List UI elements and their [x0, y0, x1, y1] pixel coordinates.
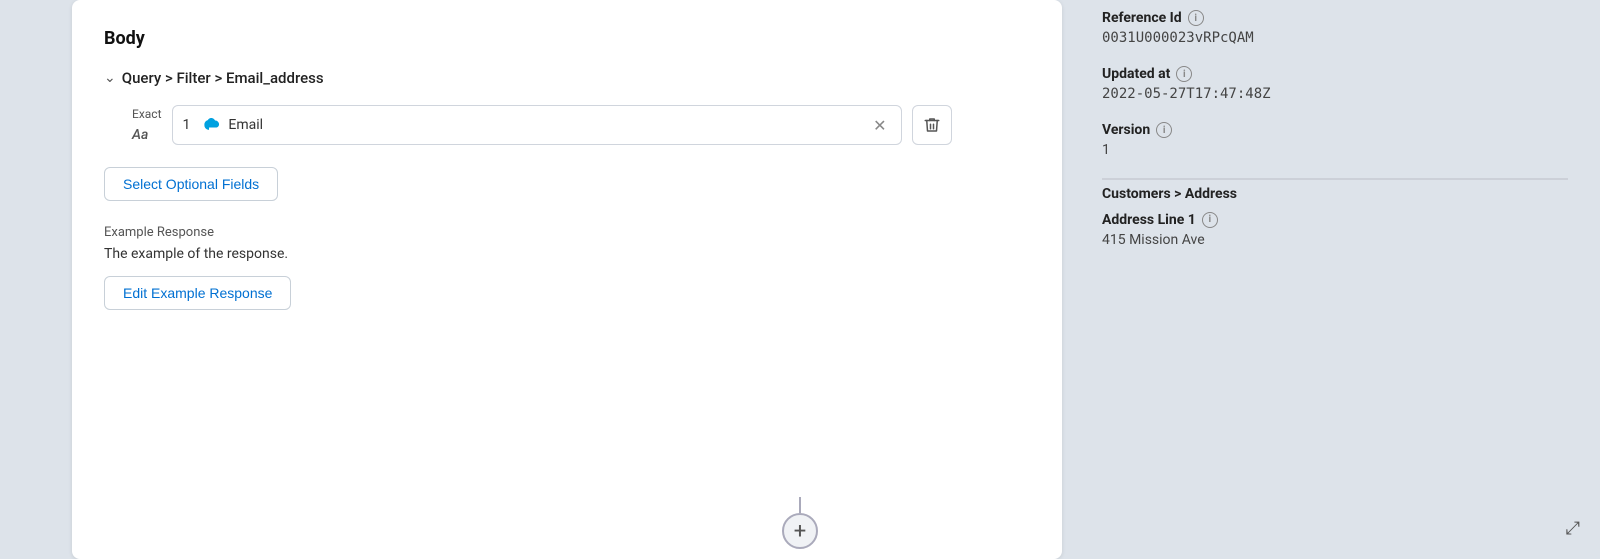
- address-line1-info-icon[interactable]: i: [1202, 212, 1218, 228]
- address-line1-value: 415 Mission Ave: [1102, 232, 1568, 248]
- filter-input-text: Email: [228, 117, 863, 133]
- updated-at-section: Updated at i 2022-05-27T17:47:48Z: [1102, 66, 1568, 102]
- reference-id-label-text: Reference Id: [1102, 10, 1182, 26]
- example-response-text: The example of the response.: [104, 246, 1030, 262]
- left-panel: Body ⌄ Query > Filter > Email_address Ex…: [72, 0, 1062, 559]
- updated-at-info-icon[interactable]: i: [1176, 66, 1192, 82]
- version-value: 1: [1102, 142, 1568, 158]
- salesforce-badge: [200, 114, 222, 136]
- select-optional-fields-label: Select Optional Fields: [123, 176, 259, 192]
- address-line1-section: Address Line 1 i 415 Mission Ave: [1102, 212, 1568, 248]
- breadcrumb-text: Query > Filter > Email_address: [122, 69, 324, 87]
- select-optional-fields-button[interactable]: Select Optional Fields: [104, 167, 278, 201]
- example-response-label: Example Response: [104, 225, 1030, 240]
- add-button-area: +: [782, 497, 818, 549]
- reference-id-section: Reference Id i 0031U000023vRPcQAM: [1102, 10, 1568, 46]
- salesforce-cloud-icon: [200, 114, 222, 136]
- edit-example-response-button[interactable]: Edit Example Response: [104, 276, 291, 310]
- connector-line: [799, 497, 801, 513]
- address-line1-label: Address Line 1 i: [1102, 212, 1568, 228]
- right-panel: Reference Id i 0031U000023vRPcQAM Update…: [1062, 0, 1600, 559]
- address-line1-label-text: Address Line 1: [1102, 212, 1196, 228]
- plus-icon: +: [794, 519, 806, 544]
- section-divider: [1102, 178, 1568, 180]
- clear-filter-icon[interactable]: ✕: [869, 116, 890, 135]
- updated-at-label: Updated at i: [1102, 66, 1568, 82]
- example-response-section: Example Response The example of the resp…: [104, 225, 1030, 310]
- version-section: Version i 1: [1102, 122, 1568, 158]
- updated-at-value: 2022-05-27T17:47:48Z: [1102, 86, 1568, 102]
- exact-label: Exact: [132, 107, 162, 121]
- exact-label-container: Exact Aa: [132, 107, 162, 143]
- version-info-icon[interactable]: i: [1156, 122, 1172, 138]
- body-title: Body: [104, 28, 1030, 49]
- case-sensitive-icon: Aa: [132, 127, 148, 143]
- add-step-button[interactable]: +: [782, 513, 818, 549]
- updated-at-label-text: Updated at: [1102, 66, 1170, 82]
- main-container: Body ⌄ Query > Filter > Email_address Ex…: [0, 0, 1600, 559]
- filter-input-number: 1: [183, 117, 191, 133]
- reference-id-info-icon[interactable]: i: [1188, 10, 1204, 26]
- filter-row: Exact Aa 1 Email ✕: [104, 105, 1030, 145]
- reference-id-value: 0031U000023vRPcQAM: [1102, 30, 1568, 46]
- version-label-text: Version: [1102, 122, 1150, 138]
- trash-icon: [923, 116, 941, 134]
- delete-filter-button[interactable]: [912, 105, 952, 145]
- collapse-icon[interactable]: ⌄: [104, 70, 116, 86]
- reference-id-label: Reference Id i: [1102, 10, 1568, 26]
- filter-input-wrapper[interactable]: 1 Email ✕: [172, 105, 902, 145]
- edit-example-response-label: Edit Example Response: [123, 285, 272, 301]
- version-label: Version i: [1102, 122, 1568, 138]
- customers-address-heading: Customers > Address: [1102, 186, 1568, 202]
- expand-icon[interactable]: ⤢: [1566, 518, 1580, 539]
- breadcrumb-row: ⌄ Query > Filter > Email_address: [104, 69, 1030, 87]
